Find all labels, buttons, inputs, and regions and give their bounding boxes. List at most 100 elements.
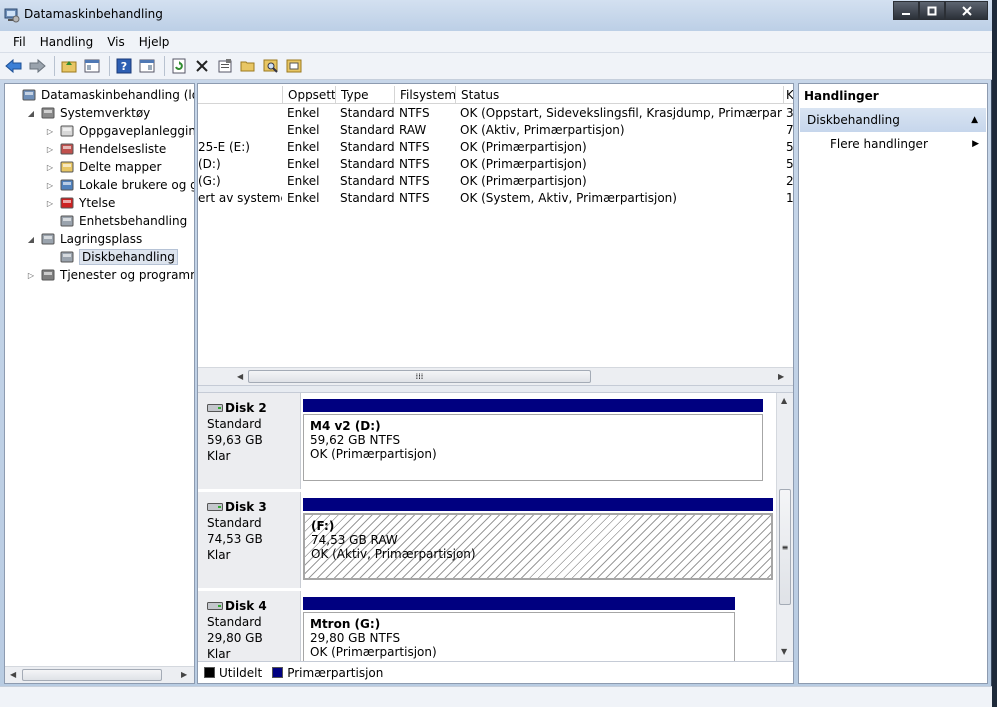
scroll-right-arrow-icon[interactable]: ▶ <box>181 670 187 679</box>
cell-volume: ert av systemet <box>198 191 282 205</box>
disk-state: Klar <box>207 647 231 661</box>
volume-block[interactable]: M4 v2 (D:) 59,62 GB NTFS OK (Primærpartisj… <box>303 399 763 489</box>
volume-block[interactable]: Mtron (G:) 29,80 GB NTFS OK (Primærpartisj… <box>303 597 735 661</box>
disk-state: Klar <box>207 449 231 463</box>
volume-name: (F:) <box>311 519 335 533</box>
volume-status: OK (Primærpartisjon) <box>310 447 437 461</box>
expand-triangle-icon[interactable]: ▷ <box>26 271 36 280</box>
column-header-type[interactable]: Type <box>335 86 394 104</box>
volume-body[interactable]: M4 v2 (D:) 59,62 GB NTFS OK (Primærpartisj… <box>303 414 763 481</box>
expand-triangle-icon[interactable]: ▷ <box>45 145 55 154</box>
cell-layout: Enkel <box>287 106 320 120</box>
column-header-capacity[interactable]: K <box>783 86 793 104</box>
properties-button[interactable] <box>215 56 235 76</box>
actions-section-disk-management[interactable]: Diskbehandling ▲ <box>800 108 986 132</box>
collapse-triangle-icon[interactable]: ◢ <box>26 235 36 244</box>
back-button[interactable] <box>4 56 24 76</box>
volume-body[interactable]: (F:) 74,53 GB RAW OK (Aktiv, Primærpartisj… <box>303 513 773 580</box>
show-hide-action-pane-button[interactable] <box>137 56 157 76</box>
tree-item[interactable]: Enhetsbehandling <box>45 212 187 230</box>
disk-row: Disk 3 Standard 74,53 GB Klar (F:) 74,53 GB R… <box>198 492 776 588</box>
services-icon <box>40 267 56 283</box>
menu-action[interactable]: Handling <box>40 35 94 49</box>
disk-graphical-view: Disk 2 Standard 59,63 GB Klar M4 v2 (D:) 59,6… <box>198 393 793 661</box>
cell-cap: 1 <box>786 191 794 205</box>
forward-button[interactable] <box>27 56 47 76</box>
volume-body[interactable]: Mtron (G:) 29,80 GB NTFS OK (Primærpartisj… <box>303 612 735 661</box>
table-row[interactable]: Enkel Standard NTFS OK (Oppstart, Sideveksl… <box>198 105 793 122</box>
table-row[interactable]: Enkel Standard RAW OK (Aktiv, Primærpartisj… <box>198 122 793 139</box>
scroll-thumb[interactable]: ⁞⁞⁞ <box>248 370 591 383</box>
column-header-layout[interactable]: Oppsett <box>282 86 336 104</box>
tree-item[interactable]: ▷ Hendelsesliste <box>45 140 166 158</box>
tree-item[interactable]: Diskbehandling <box>45 248 178 266</box>
show-hide-tree-button[interactable] <box>82 56 102 76</box>
volume-list-horizontal-scrollbar[interactable]: ◀ ⁞⁞⁞ ▶ <box>198 367 793 385</box>
scroll-thumb[interactable] <box>22 669 162 681</box>
scroll-right-arrow-icon[interactable]: ▶ <box>778 372 784 381</box>
cell-type: Standard <box>340 174 394 188</box>
expand-triangle-icon[interactable]: ▷ <box>45 199 55 208</box>
expand-triangle-icon[interactable]: ▷ <box>45 181 55 190</box>
cell-fs: NTFS <box>399 157 430 171</box>
tree-item[interactable]: ◢ Systemverktøy <box>26 104 150 122</box>
table-row[interactable]: 25-E (E:) Enkel Standard NTFS OK (Primærpart… <box>198 139 793 156</box>
column-header-status[interactable]: Status <box>455 86 783 104</box>
tree-item[interactable]: ▷ Tjenester og programmer <box>26 266 194 284</box>
collapse-triangle-icon[interactable]: ◢ <box>26 109 36 118</box>
forward-arrow-icon <box>29 58 46 74</box>
tree-item[interactable]: ▷ Delte mapper <box>45 158 162 176</box>
search-button[interactable] <box>261 56 281 76</box>
cell-type: Standard <box>340 123 394 137</box>
scroll-left-arrow-icon[interactable]: ◀ <box>10 670 16 679</box>
up-folder-button[interactable] <box>59 56 79 76</box>
minimize-button[interactable] <box>893 1 919 20</box>
tree-item[interactable]: Datamaskinbehandling (lokal) <box>7 86 194 104</box>
cell-fs: NTFS <box>399 191 430 205</box>
volume-block[interactable]: (F:) 74,53 GB RAW OK (Aktiv, Primærpartisj… <box>303 498 773 588</box>
menu-help[interactable]: Hjelp <box>139 35 170 49</box>
help-button[interactable]: ? <box>114 56 134 76</box>
tree-item[interactable]: ▷ Ytelse <box>45 194 115 212</box>
column-header-filesystem[interactable]: Filsystem <box>394 86 456 104</box>
scroll-left-arrow-icon[interactable]: ◀ <box>237 372 243 381</box>
scroll-down-arrow-icon[interactable]: ▼ <box>781 647 787 656</box>
scroll-thumb[interactable]: ≡ <box>779 489 791 605</box>
menu-file[interactable]: Fil <box>13 35 26 49</box>
disk-settings-icon <box>286 59 302 73</box>
disk-label[interactable]: Disk 3 Standard 74,53 GB Klar <box>198 492 301 588</box>
tree-horizontal-scrollbar[interactable]: ◀ ▶ <box>5 666 194 683</box>
volume-status: OK (Aktiv, Primærpartisjon) <box>311 547 476 561</box>
pane-splitter[interactable] <box>198 385 793 393</box>
folder-up-icon <box>61 61 77 73</box>
volume-status: OK (Primærpartisjon) <box>310 645 437 659</box>
table-row[interactable]: (D:) Enkel Standard NTFS OK (Primærpartisjon… <box>198 156 793 173</box>
close-button[interactable] <box>945 1 988 20</box>
delete-button[interactable] <box>192 56 212 76</box>
more-actions-item[interactable]: Flere handlinger ▶ <box>799 132 987 156</box>
console-tree-icon <box>84 59 100 73</box>
tree-item-label: Lagringsplass <box>60 232 143 246</box>
collapse-up-icon[interactable]: ▲ <box>971 108 978 132</box>
disk-settings-button[interactable] <box>284 56 304 76</box>
refresh-button[interactable] <box>169 56 189 76</box>
toolbar: ? <box>0 53 992 80</box>
maximize-button[interactable] <box>919 1 945 20</box>
tree-item[interactable]: ◢ Lagringsplass <box>26 230 142 248</box>
menu-view[interactable]: Vis <box>107 35 125 49</box>
open-button[interactable] <box>238 56 258 76</box>
disk-label[interactable]: Disk 4 Standard 29,80 GB Klar <box>198 591 301 661</box>
computer-icon <box>21 87 37 103</box>
volume-size: 29,80 GB NTFS <box>310 631 401 645</box>
table-row[interactable]: ert av systemet Enkel Standard NTFS OK (Syst… <box>198 190 793 207</box>
cell-status: OK (Aktiv, Primærpartisjon) <box>460 123 625 137</box>
disk-label[interactable]: Disk 2 Standard 59,63 GB Klar <box>198 393 301 489</box>
expand-triangle-icon[interactable]: ▷ <box>45 127 55 136</box>
scroll-up-arrow-icon[interactable]: ▲ <box>781 396 787 405</box>
tree-item[interactable]: ▷ Oppgaveplanlegging <box>45 122 194 140</box>
disk-view-vertical-scrollbar[interactable]: ▲ ≡ ▼ <box>776 393 793 661</box>
table-row[interactable]: (G:) Enkel Standard NTFS OK (Primærpartisjon… <box>198 173 793 190</box>
expand-triangle-icon[interactable]: ▷ <box>45 163 55 172</box>
cell-layout: Enkel <box>287 140 320 154</box>
tree-item[interactable]: ▷ Lokale brukere og grupp <box>45 176 194 194</box>
